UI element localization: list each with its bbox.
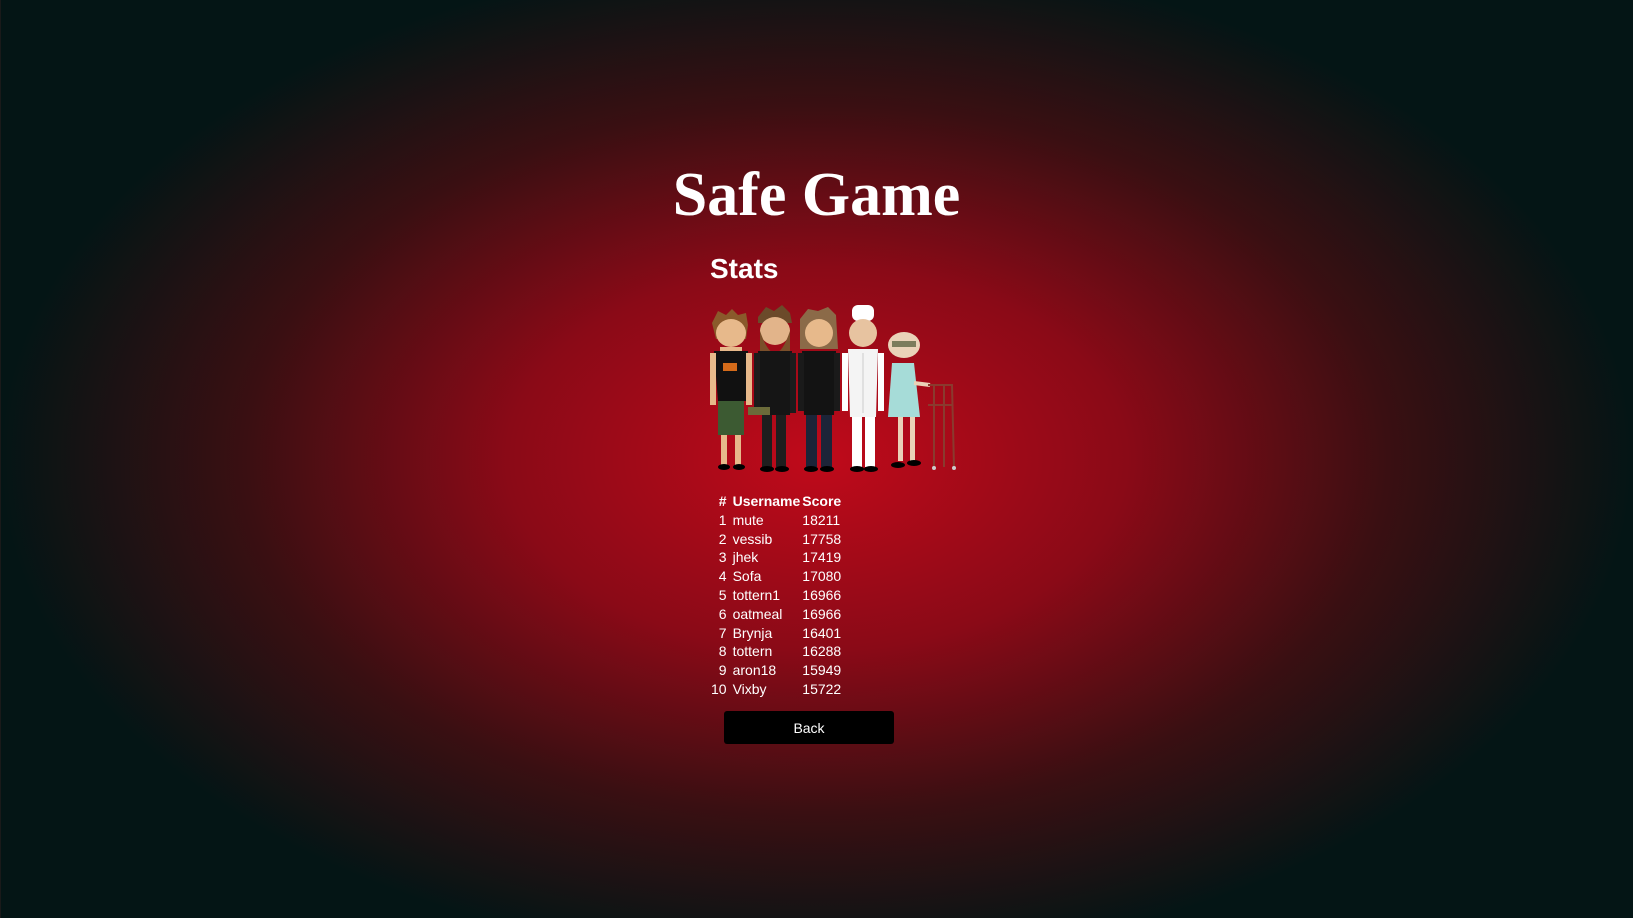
score-cell: 16966 xyxy=(802,605,842,622)
leaderboard-header-row: # Username Score xyxy=(711,492,843,511)
username-cell: vessib xyxy=(732,530,773,547)
score-cell: 17419 xyxy=(802,549,842,566)
table-row: 4 Sofa 17080 xyxy=(711,567,843,586)
username-cell: oatmeal xyxy=(732,605,783,622)
character-5 xyxy=(888,332,956,470)
table-row: 1 mute 18211 xyxy=(711,511,843,530)
username-cell: Brynja xyxy=(732,624,773,641)
game-title: Safe Game xyxy=(672,161,961,229)
characters-illustration xyxy=(710,305,956,472)
column-header-rank: # xyxy=(718,493,727,509)
rank-cell: 10 xyxy=(711,680,727,697)
table-row: 7 Brynja 16401 xyxy=(711,624,843,643)
leaderboard-table: # Username Score 1 mute 18211 2 vessib 1… xyxy=(711,492,843,699)
username-cell: tottern xyxy=(732,643,773,660)
score-cell: 16288 xyxy=(802,643,842,660)
character-4 xyxy=(842,305,884,472)
rank-cell: 9 xyxy=(718,662,727,679)
table-row: 10 Vixby 15722 xyxy=(711,680,843,699)
rank-cell: 1 xyxy=(718,511,727,528)
username-cell: Sofa xyxy=(732,568,762,585)
table-row: 2 vessib 17758 xyxy=(711,530,843,549)
rank-cell: 2 xyxy=(718,530,727,547)
username-cell: Vixby xyxy=(732,680,767,697)
score-cell: 17758 xyxy=(802,530,842,547)
rank-cell: 7 xyxy=(718,624,727,641)
rank-cell: 6 xyxy=(718,605,727,622)
username-cell: aron18 xyxy=(732,662,777,679)
column-header-username: Username xyxy=(732,493,801,509)
table-row: 8 tottern 16288 xyxy=(711,642,843,661)
table-row: 6 oatmeal 16966 xyxy=(711,605,843,624)
rank-cell: 4 xyxy=(718,568,727,585)
score-cell: 18211 xyxy=(802,511,841,528)
table-row: 5 tottern1 16966 xyxy=(711,586,843,605)
username-cell: jhek xyxy=(732,549,759,566)
score-cell: 15722 xyxy=(802,680,842,697)
character-3 xyxy=(798,307,840,472)
score-cell: 16401 xyxy=(802,624,842,641)
username-cell: mute xyxy=(732,511,764,528)
stats-heading: Stats xyxy=(710,253,779,284)
username-cell: tottern1 xyxy=(732,586,781,603)
character-1 xyxy=(710,309,752,470)
character-2 xyxy=(748,305,796,472)
score-cell: 16966 xyxy=(802,586,842,603)
score-cell: 17080 xyxy=(802,568,842,585)
column-header-score: Score xyxy=(802,493,842,509)
table-row: 9 aron18 15949 xyxy=(711,661,843,680)
score-cell: 15949 xyxy=(802,662,842,679)
rank-cell: 3 xyxy=(718,549,727,566)
back-button[interactable]: Back xyxy=(724,711,894,744)
table-row: 3 jhek 17419 xyxy=(711,548,843,567)
rank-cell: 8 xyxy=(718,643,727,660)
rank-cell: 5 xyxy=(718,586,727,603)
page-edge xyxy=(0,0,1,918)
